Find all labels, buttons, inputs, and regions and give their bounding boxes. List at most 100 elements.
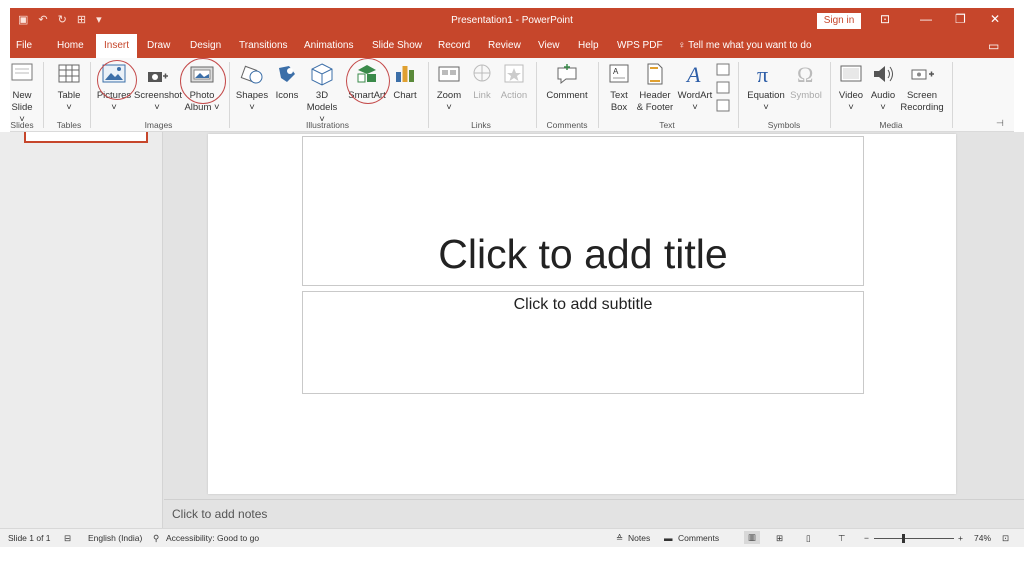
zoom-slider[interactable]: [874, 534, 954, 543]
divider: [428, 62, 429, 128]
reading-view-icon[interactable]: ▯: [806, 533, 811, 544]
zoom-out-button[interactable]: −: [864, 533, 869, 543]
ribbon-insert: New Slide ˅ Slides Table ˅ Tables Pictur…: [10, 58, 1014, 132]
table-button[interactable]: Table ˅: [54, 62, 84, 114]
header-footer-button[interactable]: Header & Footer: [634, 62, 676, 114]
group-images: Images: [144, 120, 173, 130]
action-label: Action: [500, 90, 528, 101]
cube-icon: [311, 63, 333, 86]
3d-models-button[interactable]: 3D Models ˅: [303, 62, 341, 126]
sign-in-button[interactable]: Sign in: [817, 13, 861, 29]
chart-icon: [396, 66, 414, 82]
spell-check-icon[interactable]: ⊟: [64, 533, 71, 544]
pin-ribbon-icon[interactable]: ⊣: [996, 118, 1004, 129]
editor-area: Click to add title Click to add subtitle…: [0, 132, 1024, 528]
tab-view[interactable]: View: [538, 34, 560, 58]
accessibility-icon[interactable]: ⚲: [153, 533, 159, 544]
zoom-in-button[interactable]: +: [958, 533, 963, 543]
group-slides: Slides: [10, 120, 34, 130]
notes-pane[interactable]: Click to add notes: [164, 499, 1024, 528]
video-button[interactable]: Video ˅: [836, 62, 866, 114]
tell-me-search[interactable]: ♀ Tell me what you want to do: [678, 34, 812, 58]
equation-label: Equation: [747, 90, 785, 101]
date-time-icon[interactable]: [716, 62, 730, 118]
zoom-button[interactable]: Zoom ˅: [432, 62, 466, 114]
notes-button[interactable]: Notes: [628, 533, 650, 543]
title-placeholder[interactable]: Click to add title: [302, 136, 864, 286]
chart-button[interactable]: Chart: [390, 62, 420, 102]
title-bar: ▣ ↶ ↻ ⊞ ▾ Presentation1 - PowerPoint Sig…: [10, 8, 1014, 34]
equation-button[interactable]: π Equation ˅: [744, 62, 788, 114]
divider: [738, 62, 739, 128]
slide-thumbnails-pane[interactable]: [0, 132, 163, 528]
audio-button[interactable]: Audio ˅: [868, 62, 898, 114]
close-icon[interactable]: ✕: [990, 12, 1000, 26]
group-links: Links: [471, 120, 491, 130]
fit-to-window-icon[interactable]: ⊡: [1002, 533, 1009, 544]
group-symbols: Symbols: [767, 120, 801, 130]
wordart-button[interactable]: A WordArt ˅: [676, 62, 714, 114]
highlight-circle-photo-album: [180, 58, 226, 104]
pictures-dropdown: ˅: [111, 102, 117, 113]
audio-dropdown: ˅: [880, 102, 886, 113]
lightbulb-icon: ♀: [678, 40, 689, 51]
new-slide-button[interactable]: New Slide ˅: [10, 62, 34, 126]
header-footer-icon: [647, 63, 663, 85]
tab-help[interactable]: Help: [578, 34, 599, 58]
new-slide-icon: [11, 63, 33, 81]
video-dropdown: ˅: [848, 102, 854, 113]
tab-review[interactable]: Review: [488, 34, 521, 58]
screen-recording-icon: [911, 69, 934, 80]
ribbon-tabs: File Home Insert Draw Design Transitions…: [10, 34, 1014, 59]
link-icon: [473, 64, 491, 82]
tab-insert[interactable]: Insert: [96, 34, 138, 59]
subtitle-placeholder[interactable]: Click to add subtitle: [302, 291, 864, 394]
shapes-button[interactable]: Shapes ˅: [233, 62, 271, 114]
tab-design[interactable]: Design: [190, 34, 221, 58]
tab-slide-show[interactable]: Slide Show: [372, 34, 422, 58]
tab-home[interactable]: Home: [57, 34, 84, 58]
tab-wps-pdf[interactable]: WPS PDF: [617, 34, 663, 58]
new-comment-icon: [557, 64, 577, 85]
comment-label: Comment: [546, 90, 588, 101]
link-button[interactable]: Link: [468, 62, 496, 102]
group-illustrations: Illustrations: [306, 120, 349, 130]
video-label: Video: [838, 90, 864, 101]
ribbon-display-options-icon[interactable]: ⊡: [880, 12, 890, 26]
divider: [952, 62, 953, 128]
new-slide-label: New: [12, 90, 32, 101]
slide-thumbnail-1[interactable]: [24, 132, 148, 143]
screen-recording-button[interactable]: Screen Recording: [898, 62, 946, 114]
action-button[interactable]: Action: [498, 62, 530, 102]
tab-file[interactable]: File: [16, 34, 32, 58]
tab-draw[interactable]: Draw: [147, 34, 170, 58]
restore-icon[interactable]: ❐: [955, 12, 966, 26]
text-small-buttons: [716, 62, 730, 118]
tab-record[interactable]: Record: [438, 34, 470, 58]
screenshot-label: Screenshot: [134, 90, 183, 101]
zoom-dropdown: ˅: [446, 102, 452, 113]
language-indicator[interactable]: English (India): [88, 533, 142, 543]
window-title: Presentation1 - PowerPoint: [451, 15, 573, 26]
subtitle-placeholder-text: Click to add subtitle: [513, 296, 653, 313]
comments-button[interactable]: Comments: [678, 533, 719, 543]
tab-animations[interactable]: Animations: [304, 34, 353, 58]
powerpoint-window: ▣ ↶ ↻ ⊞ ▾ Presentation1 - PowerPoint Sig…: [0, 0, 1024, 575]
tab-transitions[interactable]: Transitions: [239, 34, 288, 58]
text-box-button[interactable]: A Text Box: [604, 62, 634, 114]
screenshot-button[interactable]: Screenshot ˅: [134, 62, 183, 114]
comments-icon[interactable]: ▭: [988, 34, 999, 58]
comments-status-icon: ▬: [664, 533, 673, 543]
icons-button[interactable]: Icons: [272, 62, 302, 102]
accessibility-status[interactable]: Accessibility: Good to go: [166, 533, 259, 543]
slide-show-icon[interactable]: ⊤: [838, 533, 845, 544]
symbol-button[interactable]: Ω Symbol: [788, 62, 824, 102]
normal-view-icon[interactable]: ▥: [744, 531, 761, 544]
zoom-slider-thumb[interactable]: [902, 534, 906, 543]
slide-sorter-icon[interactable]: ⊞: [776, 533, 783, 544]
divider: [830, 62, 831, 128]
zoom-level[interactable]: 74%: [974, 533, 991, 543]
minimize-icon[interactable]: —: [920, 12, 932, 26]
comment-button[interactable]: Comment: [542, 62, 592, 102]
divider: [90, 62, 91, 128]
